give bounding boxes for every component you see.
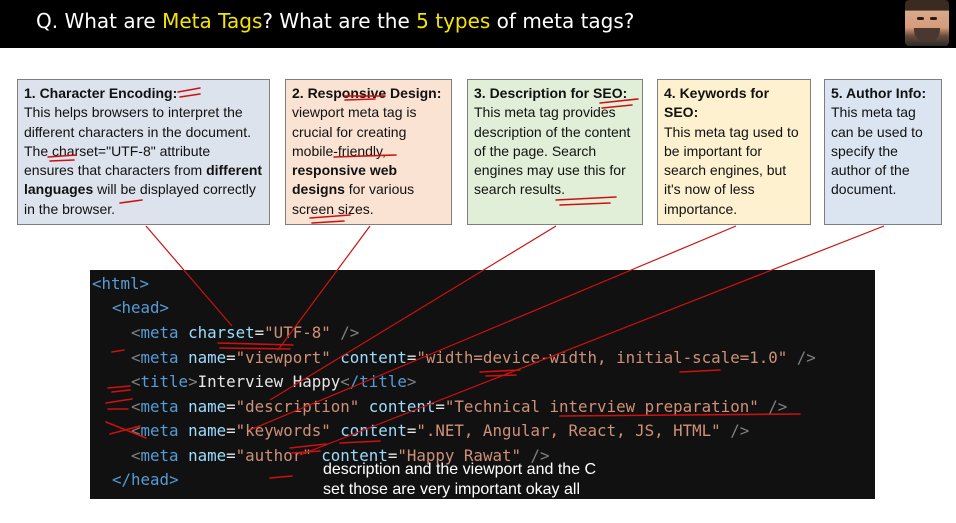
question-highlight-meta-tags: Meta Tags [162,9,263,33]
caption-line: set those are very important okay all [323,481,581,498]
card-author-info: 5. Author Info: This meta tag can be used… [824,79,942,225]
code-line-html-open: <html> [92,274,150,293]
card-title: 3. Description for SEO: [474,85,628,101]
question-highlight-5-types: 5 types [416,9,491,33]
card-text: This meta tag can be used to specify the… [831,104,923,198]
code-line-meta-viewport: <meta name="viewport" content="width=dev… [131,348,816,367]
card-responsive-design: 2. Responsive Design: viewport meta tag i… [285,79,452,225]
code-line-meta-charset: <meta charset="UTF-8" /> [131,323,360,342]
code-line-meta-keywords: <meta name="keywords" content=".NET, Ang… [131,421,750,440]
question-middle: ? What are the [262,9,417,33]
code-line-meta-description: <meta name="description" content="Techni… [131,397,788,416]
card-title: 1. Character Encoding: [24,85,178,101]
presenter-avatar [905,0,949,46]
card-description-seo: 3. Description for SEO: This meta tag pro… [467,79,643,225]
video-caption: description and the viewport and the C s… [323,460,683,500]
card-title: 5. Author Info: [831,85,927,101]
card-title: 4. Keywords for SEO: [664,85,770,121]
card-keywords-seo: 4. Keywords for SEO: This meta tag used t… [657,79,811,225]
card-text: This meta tag provides description of th… [474,104,631,198]
card-text: viewport meta tag is crucial for creatin… [292,104,417,159]
card-title: 2. Responsive Design: [292,85,442,101]
code-line-head-open: <head> [112,298,170,317]
question-prefix: Q. What are [36,9,163,33]
question-suffix: of meta tags? [490,9,635,33]
question-header: Q. What are Meta Tags? What are the 5 ty… [0,0,956,48]
card-text: This meta tag used to be important for s… [664,123,799,217]
question-text: Q. What are Meta Tags? What are the 5 ty… [36,9,634,33]
code-line-title: <title>Interview Happy</title> [131,372,417,391]
code-line-head-close: </head> [112,470,179,489]
caption-line: description and the viewport and the C [323,461,597,478]
card-character-encoding: 1. Character Encoding: This helps browser… [17,79,270,225]
